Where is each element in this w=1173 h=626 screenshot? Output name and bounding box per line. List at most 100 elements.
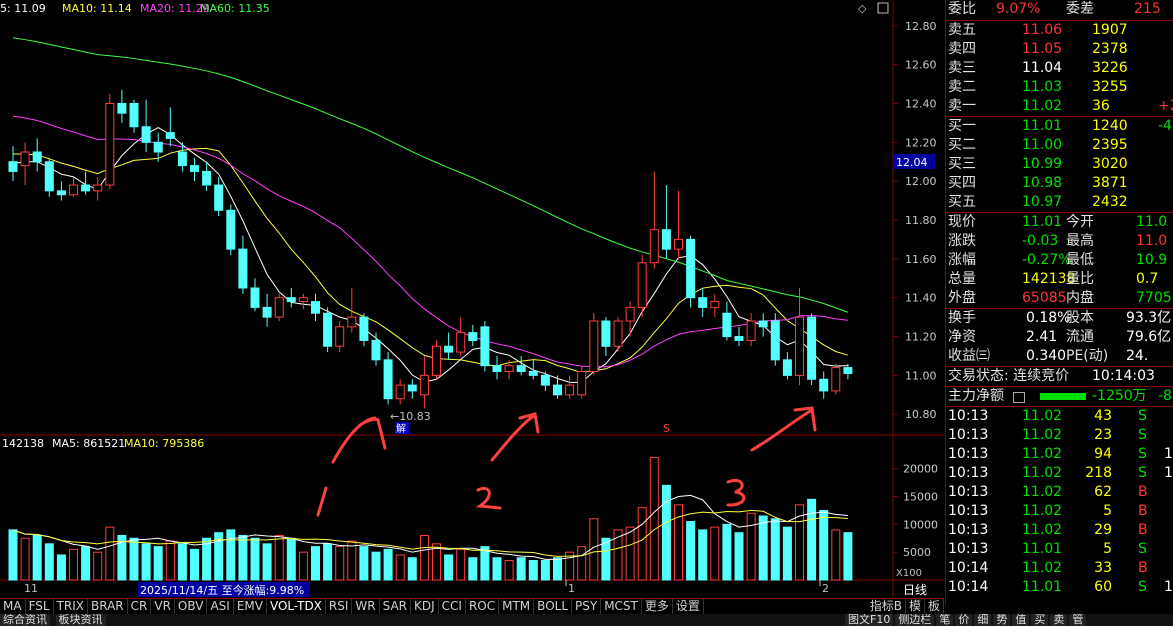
candle[interactable]: [444, 332, 454, 360]
candle[interactable]: [20, 142, 30, 186]
volume-bar[interactable]: [153, 546, 163, 581]
indicator-tab-sar[interactable]: SAR: [380, 599, 411, 614]
indicator-tab-roc[interactable]: ROC: [466, 599, 500, 614]
bid-level[interactable]: 买二 11.00 2395: [946, 136, 1173, 155]
volume-bar[interactable]: [383, 548, 393, 581]
volume-bar[interactable]: [129, 537, 139, 581]
indicator-tab-更多[interactable]: 更多: [642, 599, 673, 614]
candle[interactable]: [286, 287, 296, 308]
volume-bar[interactable]: [286, 537, 296, 581]
candle[interactable]: [8, 146, 18, 182]
candle[interactable]: [758, 313, 768, 337]
candle[interactable]: [504, 359, 514, 380]
candle[interactable]: [528, 359, 538, 380]
volume-bar[interactable]: [661, 484, 671, 581]
indicator-tab-cci[interactable]: CCI: [439, 599, 466, 614]
candle[interactable]: [770, 313, 780, 366]
indicator-tab-rsi[interactable]: RSI: [326, 599, 353, 614]
volume-bar[interactable]: [746, 512, 756, 581]
expand-icon[interactable]: [877, 2, 889, 14]
volume-bar[interactable]: [637, 507, 647, 581]
bid-level[interactable]: 买五 10.97 2432: [946, 193, 1173, 212]
candle[interactable]: [69, 177, 78, 197]
candle[interactable]: [468, 324, 478, 347]
candle[interactable]: [105, 93, 115, 189]
candle[interactable]: [56, 181, 66, 201]
volume-bar[interactable]: [504, 560, 514, 581]
bottom-right-tab[interactable]: 势: [993, 614, 1011, 626]
volume-bar[interactable]: [516, 557, 526, 581]
indicator-right-tab[interactable]: 板: [925, 599, 944, 614]
volume-bar[interactable]: [226, 529, 236, 581]
candle[interactable]: [238, 235, 248, 294]
ask-level[interactable]: 卖四 11.05 2378: [946, 40, 1173, 59]
candle[interactable]: [819, 371, 829, 399]
candle[interactable]: [141, 99, 151, 153]
volume-bar[interactable]: [456, 548, 466, 581]
volume-bar[interactable]: [734, 532, 744, 581]
volume-bar[interactable]: [262, 543, 272, 581]
candle[interactable]: [492, 355, 502, 380]
diamond-icon[interactable]: ◇: [858, 2, 867, 15]
volume-bar[interactable]: [274, 534, 284, 581]
volume-bar[interactable]: [407, 557, 417, 581]
volume-bar[interactable]: [141, 543, 151, 581]
candle[interactable]: [807, 313, 817, 386]
volume-bar[interactable]: [686, 521, 696, 581]
volume-bar[interactable]: [8, 529, 18, 581]
daily-period-label[interactable]: 日线: [903, 583, 927, 597]
volume-bar[interactable]: [419, 534, 429, 581]
volume-bar[interactable]: [468, 557, 478, 581]
candle[interactable]: [831, 363, 841, 395]
candle[interactable]: [516, 355, 526, 376]
indicator-tab-trix[interactable]: TRIX: [54, 599, 88, 614]
candle[interactable]: [165, 107, 175, 147]
volume-bar[interactable]: [347, 540, 357, 581]
bottom-right-tab[interactable]: 值: [1012, 614, 1030, 626]
volume-bar[interactable]: [722, 523, 732, 581]
candle[interactable]: [625, 301, 635, 337]
candle[interactable]: [734, 326, 744, 347]
volume-bar[interactable]: [311, 546, 320, 581]
volume-bar[interactable]: [444, 554, 454, 581]
indicator-tab-vr[interactable]: VR: [151, 599, 175, 614]
volume-bar[interactable]: [81, 546, 91, 581]
tab-sector-news[interactable]: 板块资讯: [55, 614, 106, 626]
candle[interactable]: [202, 161, 212, 191]
candle[interactable]: [661, 185, 671, 259]
candle[interactable]: [419, 355, 429, 409]
volume-bar[interactable]: [238, 534, 248, 581]
candle[interactable]: [117, 89, 127, 123]
volume-bar[interactable]: [601, 537, 611, 581]
volume-bar[interactable]: [20, 537, 30, 581]
candle[interactable]: [311, 293, 320, 321]
volume-bar[interactable]: [359, 546, 369, 581]
indicator-right-tab[interactable]: 模: [906, 599, 925, 614]
candle[interactable]: [371, 332, 381, 366]
volume-bar[interactable]: [698, 529, 708, 581]
indicator-tab-fsl[interactable]: FSL: [26, 599, 54, 614]
volume-bar[interactable]: [782, 526, 792, 581]
ask-level[interactable]: 卖五 11.06 1907: [946, 21, 1173, 40]
candle[interactable]: [395, 379, 405, 405]
volume-bar[interactable]: [553, 557, 562, 581]
candle[interactable]: [274, 293, 284, 321]
candle[interactable]: [589, 313, 599, 376]
candle[interactable]: [782, 352, 792, 380]
candle[interactable]: [613, 317, 623, 353]
kline-svg[interactable]: 5: 11.09 MA10: 11.14 MA20: 11.29 MA60: 1…: [0, 0, 944, 598]
ask-level[interactable]: 卖二 11.03 3255: [946, 78, 1173, 97]
candle[interactable]: [44, 157, 54, 197]
candle[interactable]: [649, 171, 659, 269]
candle[interactable]: [250, 278, 260, 312]
candle[interactable]: [323, 307, 333, 353]
indicator-tab-ma[interactable]: MA: [0, 599, 26, 614]
indicator-tab-cr[interactable]: CR: [128, 599, 152, 614]
ask-level[interactable]: 卖三 11.04 3226: [946, 59, 1173, 78]
volume-bar[interactable]: [56, 554, 66, 581]
volume-bar[interactable]: [165, 540, 175, 581]
candle[interactable]: [795, 287, 804, 386]
volume-bar[interactable]: [770, 518, 780, 581]
volume-bar[interactable]: [758, 515, 768, 581]
candle[interactable]: [746, 313, 756, 347]
